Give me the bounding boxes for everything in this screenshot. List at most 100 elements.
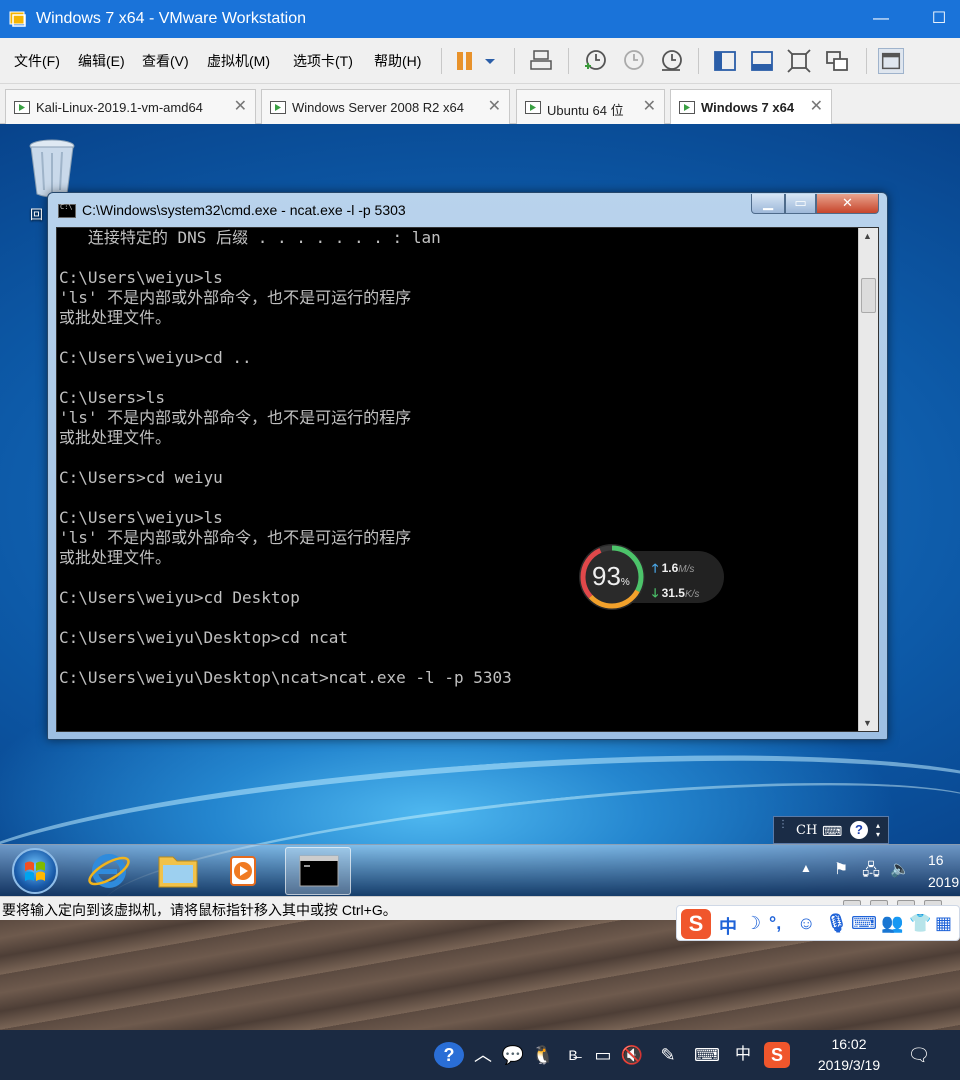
ime-mode-label[interactable]: 中 [719, 913, 737, 939]
vmware-menubar: 文件(F) 编辑(E) 查看(V) 虚拟机(M) 选项卡(T) 帮助(H) [0, 38, 960, 84]
usage-percent: 93% [592, 561, 630, 592]
vm-tab-icon [270, 101, 286, 114]
scroll-up-icon[interactable]: ▲ [863, 231, 872, 241]
console-line: C:\Users\weiyu>ls [59, 268, 223, 287]
sogou-tray-icon[interactable]: S [764, 1042, 790, 1068]
recycle-bin-icon [29, 139, 75, 198]
close-icon[interactable]: ✕ [488, 96, 501, 116]
touch-keyboard-icon[interactable]: ⌨ [690, 1042, 724, 1068]
close-icon[interactable]: ✕ [810, 96, 823, 116]
snapshot-icon[interactable] [582, 48, 608, 74]
volume-muted-icon[interactable]: 🔇 [620, 1042, 644, 1068]
guest-desktop[interactable]: 回 C:\Windows\system32\cmd.exe - ncat.exe… [0, 124, 960, 896]
scroll-down-icon[interactable]: ▼ [863, 718, 872, 728]
taskbar-app-media-player[interactable] [210, 847, 276, 895]
menu-view[interactable]: 查看(V) [142, 51, 189, 71]
console-area[interactable]: 连接特定的 DNS 后缀 . . . . . . . : lan C:\User… [56, 227, 879, 732]
maximize-button[interactable]: ☐ [924, 6, 954, 32]
cmd-window[interactable]: C:\Windows\system32\cmd.exe - ncat.exe -… [47, 192, 888, 740]
taskbar-app-command-prompt[interactable] [285, 847, 351, 895]
keyboard-icon[interactable]: ⌨ [851, 913, 877, 934]
unity-icon[interactable] [824, 48, 850, 74]
microphone-icon[interactable]: 🎙 [825, 913, 848, 934]
host-clock[interactable]: 16:02 2019/3/19 [808, 1034, 890, 1076]
menu-file[interactable]: 文件(F) [14, 51, 60, 71]
pause-icon[interactable] [452, 48, 478, 74]
thumbnail-bar-icon[interactable] [749, 48, 775, 74]
snapshot-manager-icon[interactable] [658, 48, 684, 74]
host-clock-date: 2019/3/19 [817, 1057, 881, 1073]
input-language[interactable]: CH [796, 823, 817, 838]
show-hidden-icons-icon[interactable]: ︿ [472, 1042, 494, 1068]
toolbar-separator [514, 48, 515, 74]
tab-windows-7-x64[interactable]: Windows 7 x64 ✕ [670, 89, 832, 125]
console-line: C:\Users\weiyu\Desktop\ncat>ncat.exe -l … [59, 668, 512, 687]
pen-icon[interactable]: ✎ [656, 1042, 680, 1068]
grip-icon[interactable]: ⋮ [778, 819, 788, 830]
console-scrollbar[interactable]: ▲ ▼ [858, 228, 878, 731]
network-speed-widget[interactable]: 93% 🡑 1.6M/s 🡓 31.5K/s [576, 541, 726, 615]
input-language[interactable]: 中 [731, 1042, 755, 1068]
console-line: 或批处理文件。 [59, 428, 172, 447]
language-bar[interactable]: ⋮ CH ⌨ ? ▴ ▾ [773, 816, 889, 844]
toolbox-grid-icon[interactable]: ▦ [935, 913, 952, 934]
console-line: C:\Users\weiyu>cd .. [59, 348, 252, 367]
chevron-down-icon[interactable] [480, 48, 500, 74]
sogou-logo-icon[interactable]: S [681, 909, 711, 939]
close-icon[interactable]: ✕ [234, 96, 247, 116]
battery-icon[interactable]: ▭ [591, 1042, 615, 1068]
tab-ubuntu-64[interactable]: Ubuntu 64 位 ✕ [516, 89, 665, 124]
punctuation-icon[interactable]: °, [769, 913, 781, 934]
app-tray-icon[interactable]: B̶ [561, 1042, 585, 1068]
qq-icon[interactable]: 🐧 [531, 1042, 555, 1068]
sidebar-toggle-icon[interactable] [712, 48, 738, 74]
vm-tab-bar: Kali-Linux-2019.1-vm-amd64 ✕ Windows Ser… [0, 84, 960, 125]
action-center-flag-icon[interactable]: ⚑ [830, 859, 852, 881]
cmd-maximize-button[interactable]: ▭ [785, 194, 816, 214]
menu-tabs[interactable]: 选项卡(T) [293, 51, 353, 71]
cmd-minimize-button[interactable]: ▁ [751, 194, 785, 214]
upload-speed: 🡑 1.6M/s [652, 561, 695, 575]
send-ctrl-alt-del-icon[interactable] [528, 48, 554, 74]
volume-icon[interactable]: 🔈 [889, 859, 911, 881]
revert-snapshot-icon[interactable] [620, 48, 646, 74]
vm-tab-icon [14, 101, 30, 114]
scroll-thumb[interactable] [861, 278, 876, 313]
console-line: 或批处理文件。 [59, 308, 172, 327]
tab-kali-linux[interactable]: Kali-Linux-2019.1-vm-amd64 ✕ [5, 89, 256, 124]
console-line: 连接特定的 DNS 后缀 . . . . . . . : lan [59, 228, 441, 247]
network-icon[interactable]: 🖧 [860, 859, 882, 881]
sogou-ime-toolbar[interactable]: S 中 ☽ °, ☺ 🎙 ⌨ 👥 👕 ▦ [676, 905, 960, 941]
half-width-moon-icon[interactable]: ☽ [745, 913, 761, 934]
close-icon[interactable]: ✕ [643, 96, 656, 116]
skin-shirt-icon[interactable]: 👕 [909, 913, 931, 934]
start-button[interactable] [12, 848, 58, 894]
user-icon[interactable]: 👥 [881, 913, 903, 934]
wechat-icon[interactable]: 💬 [501, 1042, 525, 1068]
console-view-icon[interactable] [878, 48, 904, 74]
guest-clock[interactable]: 16 2019 [928, 849, 959, 893]
minimize-button[interactable]: — [866, 6, 896, 32]
options-icon[interactable]: ▴ ▾ [876, 821, 880, 839]
keyboard-icon[interactable]: ⌨ [822, 823, 842, 840]
fullscreen-icon[interactable] [786, 48, 812, 74]
menu-vm[interactable]: 虚拟机(M) [207, 51, 270, 71]
show-hidden-icons-icon[interactable]: ▲ [800, 861, 812, 875]
windows-logo-icon [25, 861, 45, 881]
media-player-icon [230, 856, 256, 886]
cmd-close-button[interactable]: ✕ [816, 194, 879, 214]
tab-windows-server-2008[interactable]: Windows Server 2008 R2 x64 ✕ [261, 89, 510, 124]
emoji-icon[interactable]: ☺ [797, 913, 815, 934]
taskbar-app-explorer[interactable] [145, 847, 211, 895]
toolbar-separator [568, 48, 569, 74]
menu-edit[interactable]: 编辑(E) [78, 51, 125, 71]
taskbar-app-internet-explorer[interactable] [76, 847, 142, 895]
menu-help[interactable]: 帮助(H) [374, 51, 421, 71]
help-icon[interactable]: ? [434, 1042, 464, 1068]
toolbar-separator [698, 48, 699, 74]
help-icon[interactable]: ? [850, 821, 868, 839]
notifications-icon[interactable]: 🗨 [906, 1042, 932, 1068]
